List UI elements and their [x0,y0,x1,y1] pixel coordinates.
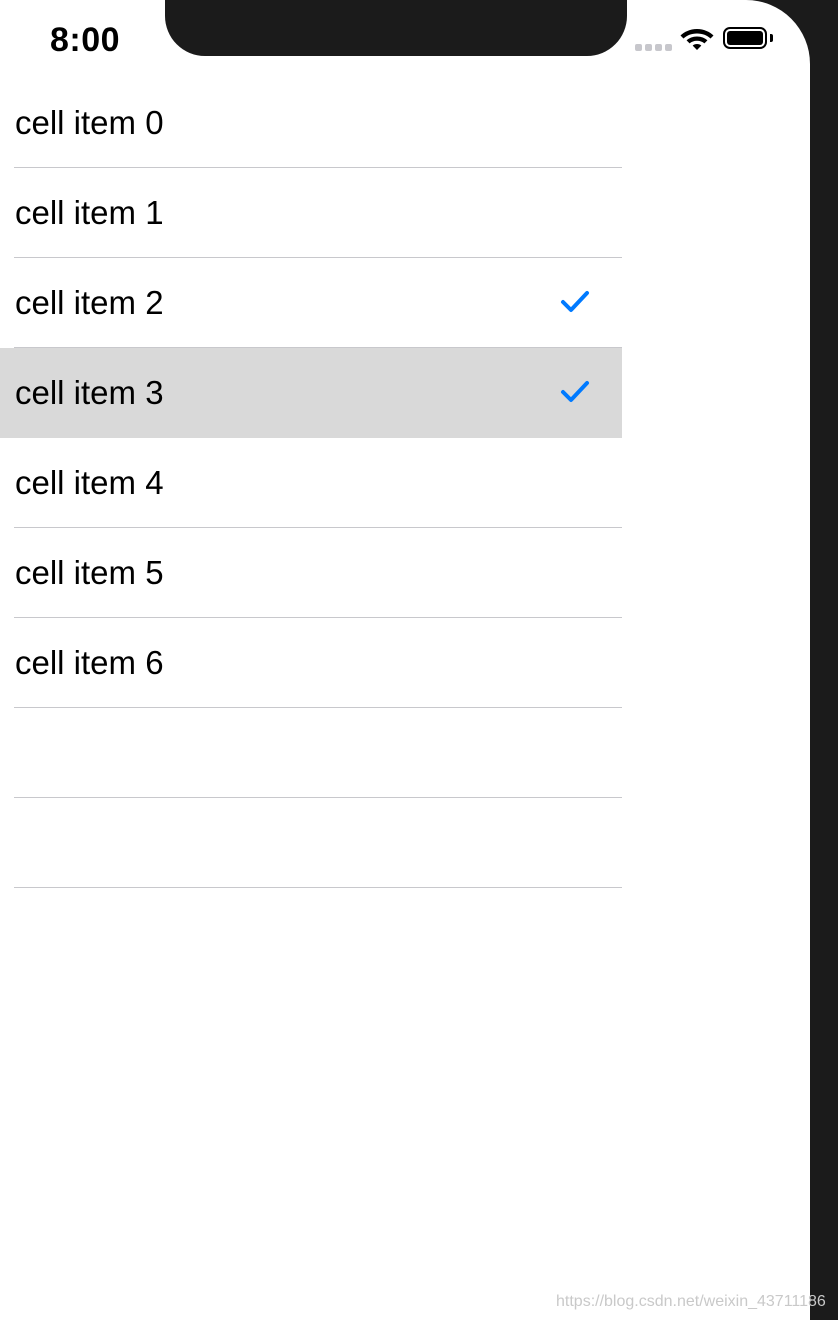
table-row[interactable]: cell item 3 [0,348,622,438]
cell-label: cell item 1 [15,194,164,231]
watermark-text: https://blog.csdn.net/weixin_43711186 [556,1293,826,1310]
table-row[interactable]: cell item 5 [0,528,622,618]
wifi-icon [680,29,714,50]
table-row[interactable]: cell item 1 [0,168,622,258]
cell-label: cell item 6 [15,644,164,681]
status-bar-time: 8:00 [50,21,121,59]
empty-table-row [0,798,622,888]
device-notch [165,0,627,56]
battery-full-icon [723,27,775,53]
table-row[interactable]: cell item 0 [0,78,622,168]
cellular-signal-icon [635,44,673,51]
cell-label: cell item 0 [15,104,164,141]
row-separator [14,887,622,888]
table-row[interactable]: cell item 2 [0,258,622,348]
checkmark-icon [561,381,589,402]
cell-label: cell item 4 [15,464,164,501]
checkmark-icon [561,291,589,312]
table-row[interactable]: cell item 4 [0,438,622,528]
cell-label: cell item 3 [15,374,164,411]
table-row[interactable]: cell item 6 [0,618,622,708]
table-view[interactable]: cell item 0 cell item 1 cell item 2 cell… [0,78,622,888]
cell-label: cell item 2 [15,284,164,321]
cell-label: cell item 5 [15,554,164,591]
empty-table-row [0,708,622,798]
phone-screen: 8:00 cell item 0 cell item 1 cell item 2 [0,0,810,1320]
